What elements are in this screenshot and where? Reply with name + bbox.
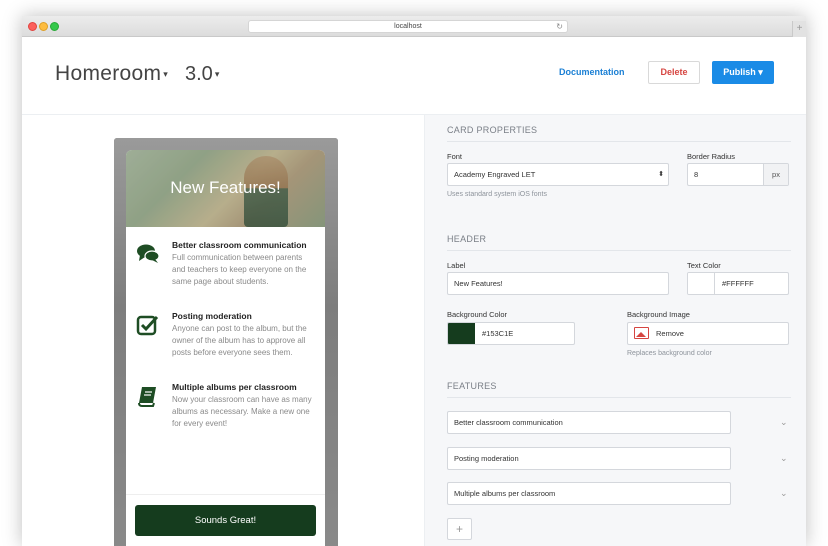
app-name: Homeroom — [55, 62, 162, 85]
remove-label: Remove — [656, 329, 684, 338]
text-color-input[interactable]: #FFFFFF — [687, 272, 789, 295]
remove-image-icon — [634, 327, 649, 339]
add-feature-button[interactable]: + — [447, 518, 472, 540]
new-tab-button[interactable]: + — [792, 21, 806, 37]
background-color-swatch[interactable] — [448, 323, 475, 344]
chevron-down-icon[interactable]: ⌄ — [780, 488, 788, 499]
text-color-value: #FFFFFF — [722, 279, 754, 288]
checkbox-icon — [136, 313, 160, 337]
background-color-input[interactable]: #153C1E — [447, 322, 575, 345]
version-selector[interactable]: 3.0 ▾ — [185, 63, 219, 86]
border-radius-value: 8 — [694, 170, 699, 179]
phone-preview: New Features! Better classroom communica… — [114, 138, 338, 546]
reload-icon[interactable]: ↻ — [556, 21, 563, 33]
feature-title: Multiple albums per classroom — [172, 382, 297, 392]
sounds-great-button[interactable]: Sounds Great! — [135, 505, 316, 536]
font-select[interactable]: Academy Engraved LET ⬍ — [447, 163, 669, 186]
select-arrows-icon: ⬍ — [658, 171, 664, 178]
background-image-remove-button[interactable]: Remove — [627, 322, 789, 345]
feature-description: Now your classroom can have as many albu… — [172, 395, 312, 428]
close-window-button[interactable] — [28, 22, 37, 31]
font-value: Academy Engraved LET — [454, 170, 536, 179]
label-label: Label — [447, 261, 466, 270]
browser-window: localhost ↻ + Homeroom ▾ 3.0 ▾ Documentati… — [22, 16, 806, 546]
book-icon — [136, 384, 160, 408]
font-label: Font — [447, 152, 463, 161]
app-header: Homeroom ▾ 3.0 ▾ Documentation Delete Publ… — [22, 37, 806, 115]
app-selector[interactable]: Homeroom ▾ — [55, 62, 168, 86]
version-label: 3.0 — [185, 63, 213, 85]
feature-card: New Features! Better classroom communica… — [126, 150, 325, 546]
chevron-down-icon[interactable]: ⌄ — [780, 453, 788, 464]
px-unit-addon: px — [763, 164, 788, 185]
card-footer: Sounds Great! — [126, 494, 325, 546]
border-radius-label: Border Radius — [687, 152, 735, 161]
feature-description: Anyone can post to the album, but the ow… — [172, 324, 307, 357]
feature-title: Better classroom communication — [172, 240, 307, 250]
feature-row-input[interactable]: Better classroom communication — [447, 411, 731, 434]
background-image-help-text: Replaces background color — [627, 350, 712, 357]
feature-row-input[interactable]: Posting moderation — [447, 447, 731, 470]
feature-description: Full communication between parents and t… — [172, 253, 307, 286]
border-radius-input[interactable]: 8 px — [687, 163, 789, 186]
app-caret-icon: ▾ — [163, 68, 169, 79]
text-color-label: Text Color — [687, 261, 721, 270]
documentation-link[interactable]: Documentation — [559, 67, 625, 77]
minimize-window-button[interactable] — [39, 22, 48, 31]
preview-area: New Features! Better classroom communica… — [22, 115, 424, 546]
feature-row-input[interactable]: Multiple albums per classroom — [447, 482, 731, 505]
card-properties-heading: CARD PROPERTIES — [447, 125, 791, 142]
url-text: localhost — [394, 23, 422, 30]
properties-panel: CARD PROPERTIES Font Academy Engraved LE… — [424, 115, 806, 546]
speech-bubbles-icon — [136, 242, 160, 266]
features-section-heading: FEATURES — [447, 381, 791, 398]
font-help-text: Uses standard system iOS fonts — [447, 191, 547, 198]
card-header-image: New Features! — [126, 150, 325, 227]
header-label-input[interactable]: New Features! — [447, 272, 669, 295]
background-color-value: #153C1E — [482, 329, 514, 338]
address-bar[interactable]: localhost ↻ — [248, 20, 568, 33]
chevron-down-icon[interactable]: ⌄ — [780, 417, 788, 428]
background-color-label: Background Color — [447, 310, 508, 319]
publish-button[interactable]: Publish ▾ — [712, 61, 774, 84]
text-color-swatch[interactable] — [688, 273, 715, 294]
browser-titlebar: localhost ↻ + — [22, 16, 806, 37]
card-title: New Features! — [170, 178, 281, 197]
feature-title: Posting moderation — [172, 311, 252, 321]
delete-button[interactable]: Delete — [648, 61, 700, 84]
background-image-label: Background Image — [627, 310, 690, 319]
zoom-window-button[interactable] — [50, 22, 59, 31]
version-caret-icon: ▾ — [214, 69, 220, 80]
header-section-heading: HEADER — [447, 234, 791, 251]
